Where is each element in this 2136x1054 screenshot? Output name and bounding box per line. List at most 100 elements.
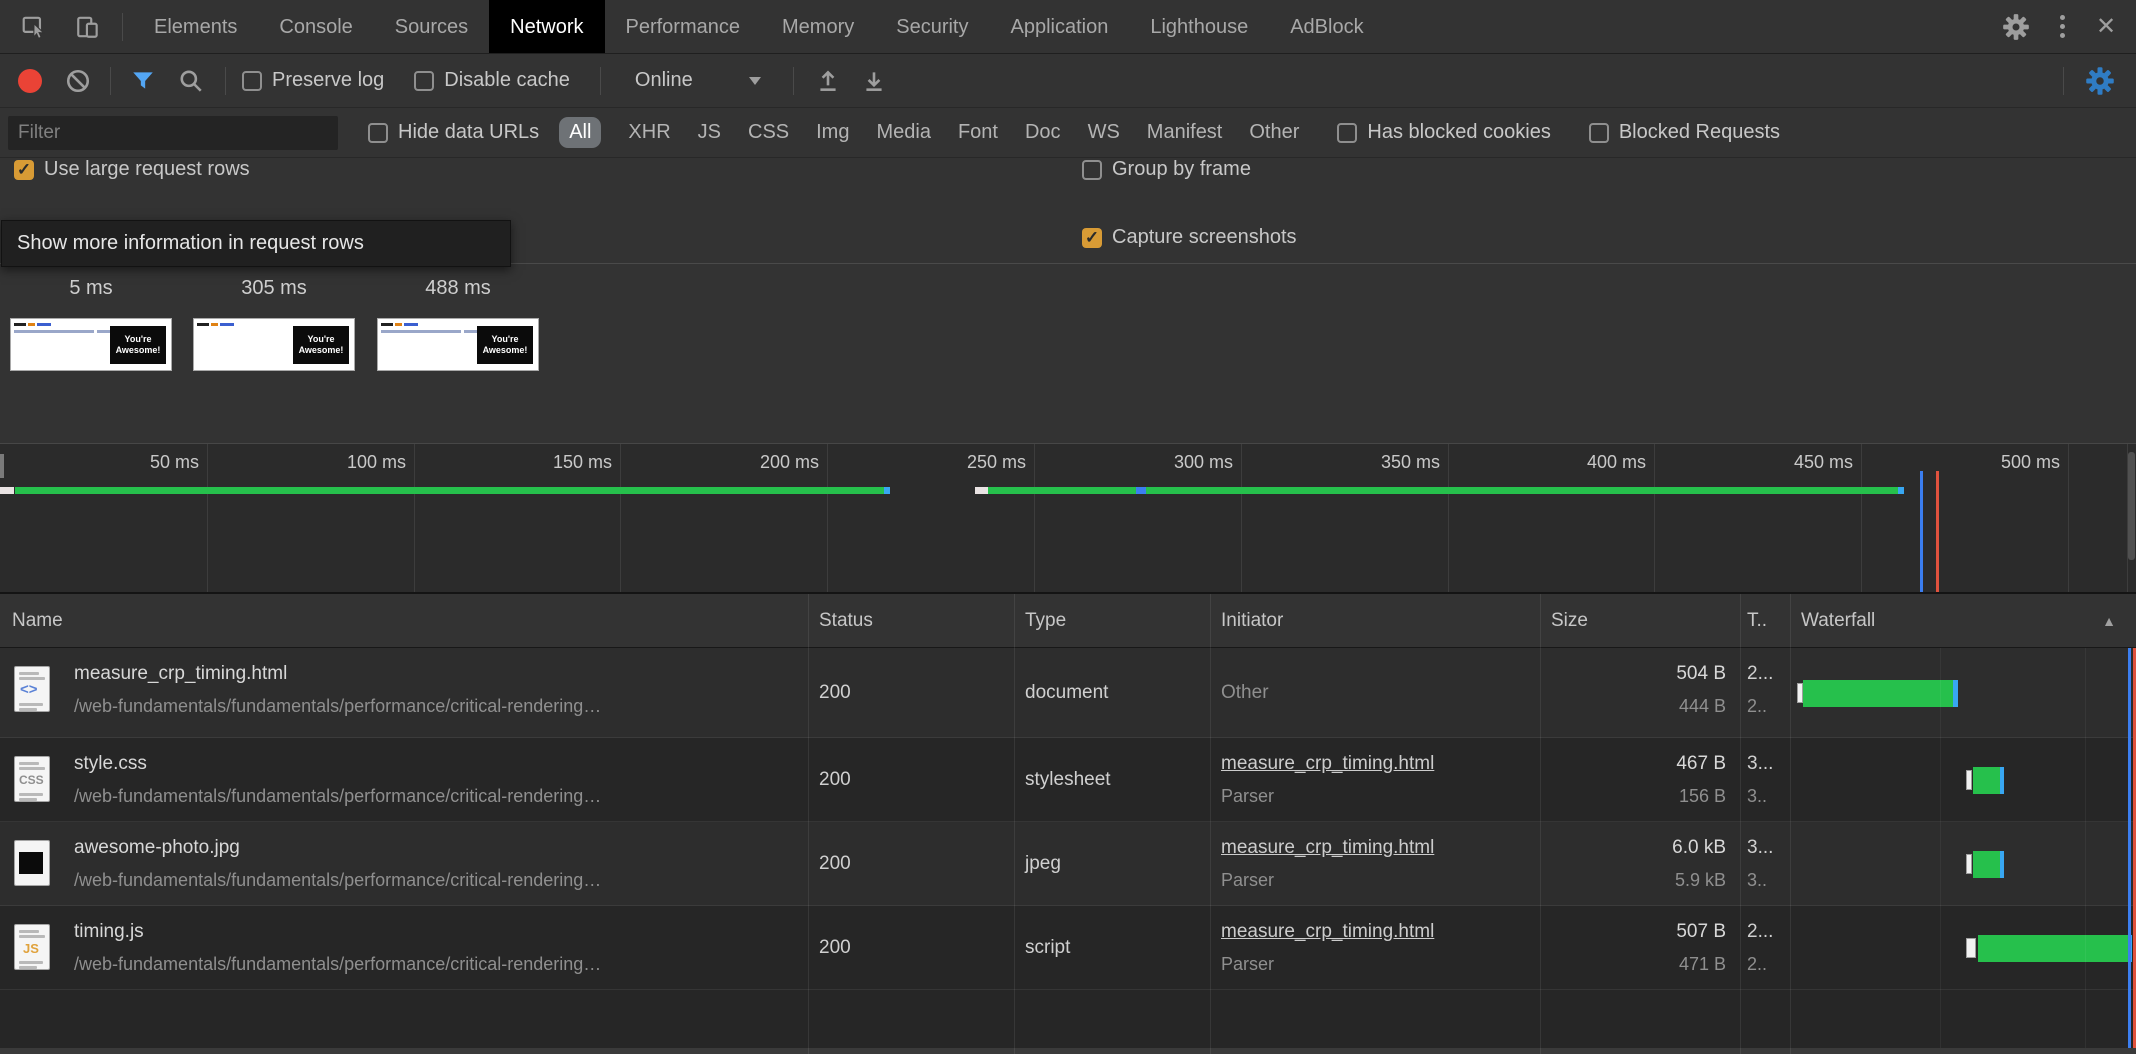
filter-type-js[interactable]: JS [698, 121, 721, 144]
toolbar-divider [2063, 67, 2064, 95]
initiator-link[interactable]: measure_crp_timing.html [1221, 837, 1434, 858]
request-row-measure_crp_timing.html[interactable]: <>measure_crp_timing.html/web-fundamenta… [0, 648, 2136, 738]
capture-screenshots-checkbox[interactable]: Capture screenshots [1082, 226, 1297, 249]
filter-funnel-icon[interactable] [123, 61, 163, 101]
blocked-requests-checkbox[interactable]: Blocked Requests [1589, 121, 1780, 144]
overview-request-cap [1898, 487, 1904, 494]
tab-memory[interactable]: Memory [761, 0, 875, 53]
request-row-style.css[interactable]: CSSstyle.css/web-fundamentals/fundamenta… [0, 738, 2136, 822]
device-toolbar-icon[interactable] [68, 7, 108, 47]
throttling-value: Online [635, 69, 693, 92]
dom-content-loaded-line [2128, 648, 2131, 1048]
blocked-requests-label: Blocked Requests [1619, 121, 1780, 144]
filter-type-font[interactable]: Font [958, 121, 998, 144]
column-header-waterfall[interactable]: Waterfall▲ [1790, 594, 2136, 647]
initiator-link[interactable]: measure_crp_timing.html [1221, 921, 1434, 942]
filter-type-manifest[interactable]: Manifest [1147, 121, 1223, 144]
overview-request-waiting [975, 487, 988, 494]
column-header-type[interactable]: Type [1014, 594, 1210, 647]
use-large-request-rows-checkbox[interactable]: Use large request rows [14, 158, 250, 181]
tab-adblock[interactable]: AdBlock [1269, 0, 1384, 53]
scrollbar-thumb[interactable] [2128, 452, 2135, 560]
preserve-log-label: Preserve log [272, 69, 384, 92]
disable-cache-checkbox[interactable]: Disable cache [414, 69, 570, 92]
clear-icon[interactable] [58, 61, 98, 101]
filter-type-css[interactable]: CSS [748, 121, 789, 144]
request-row-timing.js[interactable]: JStiming.js/web-fundamentals/fundamental… [0, 906, 2136, 990]
network-overview-timeline[interactable]: 50 ms100 ms150 ms200 ms250 ms300 ms350 m… [0, 443, 2136, 594]
search-icon[interactable] [171, 61, 211, 101]
column-header-t[interactable]: T.. [1740, 594, 1790, 647]
overview-gridline [1861, 444, 1862, 592]
group-by-frame-checkbox[interactable]: Group by frame [1082, 158, 1251, 181]
use-large-request-rows-label: Use large request rows [44, 158, 250, 181]
size-resource: 156 B [1551, 786, 1726, 807]
tab-elements[interactable]: Elements [133, 0, 258, 53]
has-blocked-cookies-checkbox[interactable]: Has blocked cookies [1337, 121, 1550, 144]
filter-type-xhr[interactable]: XHR [628, 121, 670, 144]
hide-data-urls-checkbox[interactable]: Hide data URLs [368, 121, 539, 144]
column-header-initiator[interactable]: Initiator [1210, 594, 1540, 647]
tab-performance[interactable]: Performance [605, 0, 762, 53]
tab-bar-left-tools [0, 0, 133, 53]
preserve-log-checkbox[interactable]: Preserve log [242, 69, 384, 92]
thumbnail-header-text [381, 323, 393, 326]
script-file-icon: JS [14, 924, 50, 970]
initiator-detail: Parser [1221, 870, 1540, 891]
initiator-detail: Parser [1221, 954, 1540, 975]
request-file-path: /web-fundamentals/fundamentals/performan… [74, 870, 601, 891]
tooltip: Show more information in request rows [1, 220, 511, 267]
tab-sources[interactable]: Sources [374, 0, 489, 53]
request-file-name: timing.js [74, 921, 601, 943]
column-header-name[interactable]: Name [0, 594, 808, 647]
cell-size: 504 B444 B [1540, 648, 1740, 737]
column-header-status[interactable]: Status [808, 594, 1014, 647]
import-har-icon[interactable] [808, 61, 848, 101]
waterfall-gridline [2085, 648, 2086, 1048]
tab-console[interactable]: Console [258, 0, 373, 53]
filmstrip-frame-thumbnail[interactable]: You'reAwesome! [10, 318, 172, 371]
record-button[interactable] [18, 69, 42, 93]
thumbnail-black-box: You'reAwesome! [293, 326, 349, 364]
more-options-icon[interactable] [2044, 7, 2080, 47]
size-resource: 471 B [1551, 954, 1726, 975]
cell-status: 200 [808, 738, 1014, 821]
waterfall-bar-cap [1953, 680, 1958, 707]
cell-size: 507 B471 B [1540, 906, 1740, 989]
filter-type-doc[interactable]: Doc [1025, 121, 1061, 144]
inspect-element-icon[interactable] [14, 7, 54, 47]
filter-input[interactable] [8, 116, 338, 150]
throttling-dropdown[interactable]: Online [617, 69, 779, 92]
filter-type-img[interactable]: Img [816, 121, 849, 144]
overview-gridline [620, 444, 621, 592]
network-settings-gear-icon[interactable] [2080, 61, 2120, 101]
request-file-name: measure_crp_timing.html [74, 663, 601, 685]
column-header-size[interactable]: Size [1540, 594, 1740, 647]
network-filter-bar: Hide data URLs All XHR JS CSS Img Media Font Do… [0, 108, 2136, 158]
filmstrip-frame-thumbnail[interactable]: You'reAwesome! [193, 318, 355, 371]
export-har-icon[interactable] [854, 61, 894, 101]
size-resource: 444 B [1551, 696, 1726, 717]
filter-type-other[interactable]: Other [1249, 121, 1299, 144]
filter-type-all[interactable]: All [559, 117, 601, 148]
tab-security[interactable]: Security [875, 0, 989, 53]
filmstrip-frame-thumbnail[interactable]: You'reAwesome! [377, 318, 539, 371]
filter-type-ws[interactable]: WS [1088, 121, 1120, 144]
thumbnail-header-text [28, 323, 35, 326]
settings-gear-icon[interactable] [1996, 7, 2036, 47]
initiator-link[interactable]: measure_crp_timing.html [1221, 753, 1434, 774]
tab-application[interactable]: Application [989, 0, 1129, 53]
close-icon[interactable]: ✕ [2088, 7, 2124, 47]
filter-type-media[interactable]: Media [876, 121, 930, 144]
request-row-awesome-photo.jpg[interactable]: awesome-photo.jpg/web-fundamentals/funda… [0, 822, 2136, 906]
checkbox-unchecked [242, 71, 262, 91]
thumbnail-header-text [220, 323, 234, 326]
time-total: 3... [1747, 837, 1790, 859]
tab-network[interactable]: Network [489, 0, 604, 53]
overview-tick-label: 250 ms [916, 452, 1026, 473]
thumbnail-header-text [37, 323, 51, 326]
thumbnail-header-text [211, 323, 218, 326]
overview-scrub-handle[interactable] [0, 454, 4, 478]
requests-table-body: <>measure_crp_timing.html/web-fundamenta… [0, 648, 2136, 990]
tab-lighthouse[interactable]: Lighthouse [1129, 0, 1269, 53]
